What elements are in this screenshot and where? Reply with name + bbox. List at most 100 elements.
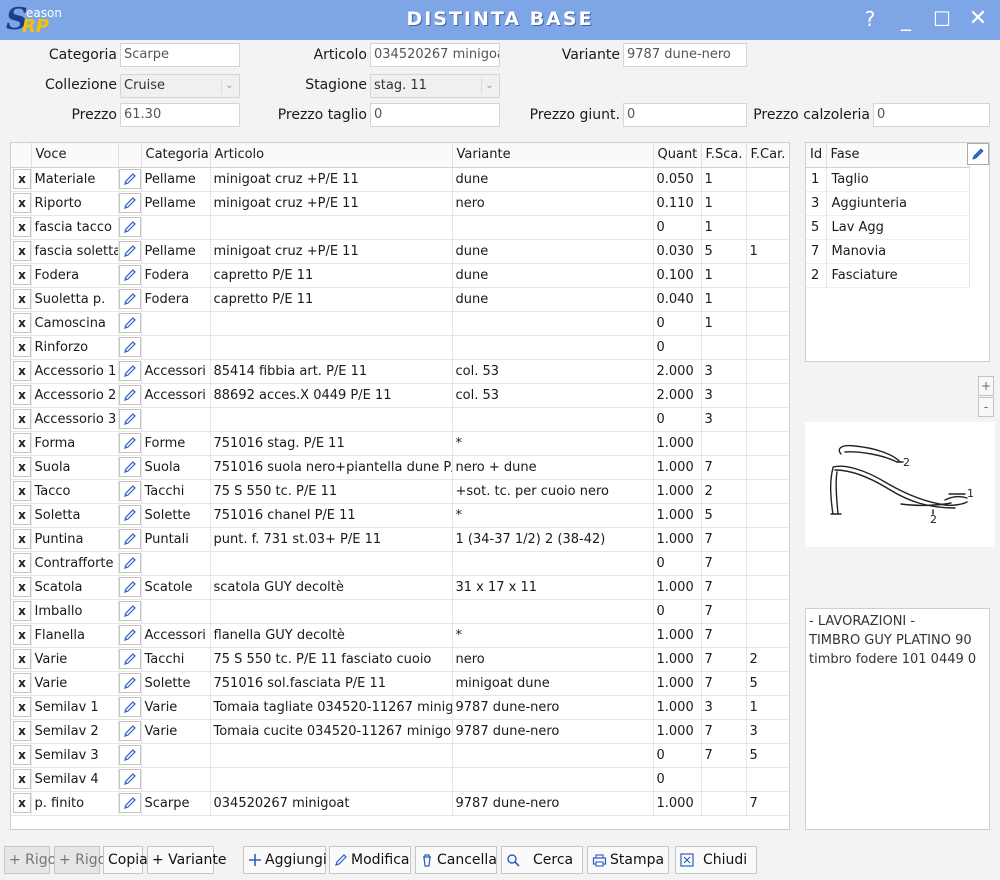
articolo-cell[interactable] <box>210 335 453 360</box>
articolo-cell[interactable] <box>210 599 453 624</box>
col-voce-header[interactable]: Voce <box>31 143 119 168</box>
fsca-cell[interactable]: 1 <box>701 287 747 312</box>
col-categoria-header[interactable]: Categoria <box>141 143 211 168</box>
add-variant-button[interactable]: + Variante <box>147 846 226 874</box>
fsca-cell[interactable] <box>701 335 747 360</box>
articolo-cell[interactable]: capretto P/E 11 <box>210 263 453 288</box>
fase-id-header[interactable]: Id <box>806 143 827 168</box>
voce-cell[interactable]: Fodera <box>31 263 119 288</box>
fsca-cell[interactable]: 7 <box>701 599 747 624</box>
fsca-cell[interactable]: 7 <box>701 647 747 672</box>
variante-cell[interactable]: * <box>452 431 654 456</box>
delete-row-button[interactable]: x <box>13 745 30 765</box>
table-row[interactable]: x Semilav 4 0 <box>11 767 789 792</box>
fase-row[interactable]: 5 Lav Agg <box>806 215 970 240</box>
table-row[interactable]: x Soletta Solette 751016 chanel P/E 11 * 1.00… <box>11 503 789 528</box>
edit-row-button[interactable] <box>118 433 140 453</box>
categoria-cell[interactable]: Pellame <box>141 167 211 192</box>
col-fcar-header[interactable]: F.Car. <box>746 143 789 168</box>
categoria-cell[interactable] <box>141 767 211 792</box>
voce-cell[interactable]: Contrafforte <box>31 551 119 576</box>
table-row[interactable]: x Varie Solette 751016 sol.fasciata P/E 11 m… <box>11 671 789 696</box>
categoria-cell[interactable]: Tacchi <box>141 647 211 672</box>
fcar-cell[interactable] <box>746 167 789 192</box>
fase-name-header[interactable]: Fase <box>826 143 970 168</box>
edit-row-button[interactable] <box>118 169 140 189</box>
fsca-cell[interactable]: 3 <box>701 359 747 384</box>
fase-id-cell[interactable]: 5 <box>806 215 827 240</box>
voce-cell[interactable]: Semilav 3 <box>31 743 119 768</box>
voce-cell[interactable]: Suoletta p. <box>31 287 119 312</box>
variante-cell[interactable]: 9787 dune-nero <box>452 719 654 744</box>
table-row[interactable]: x Contrafforte 0 7 <box>11 551 789 576</box>
help-button[interactable]: ? <box>855 4 885 34</box>
table-row[interactable]: x Puntina Puntali punt. f. 731 st.03+ P/E 1… <box>11 527 789 552</box>
table-row[interactable]: x Accessorio 1 Accessori 85414 fibbia art. … <box>11 359 789 384</box>
edit-row-button[interactable] <box>118 193 140 213</box>
quant-cell[interactable]: 1.000 <box>653 719 702 744</box>
categoria-cell[interactable]: Solette <box>141 503 211 528</box>
articolo-cell[interactable]: minigoat cruz +P/E 11 <box>210 167 453 192</box>
chevron-down-icon[interactable]: ⌄ <box>221 78 237 94</box>
voce-cell[interactable]: Camoscina <box>31 311 119 336</box>
aggiungi-button[interactable]: Aggiungi <box>243 846 327 874</box>
variante-cell[interactable]: nero <box>452 191 654 216</box>
voce-cell[interactable]: Tacco <box>31 479 119 504</box>
categoria-field[interactable]: Scarpe <box>120 43 240 67</box>
maximize-button[interactable]: ☐ <box>927 4 957 34</box>
quant-cell[interactable]: 0.100 <box>653 263 702 288</box>
fsca-cell[interactable]: 1 <box>701 263 747 288</box>
fsca-cell[interactable]: 7 <box>701 551 747 576</box>
copy-button[interactable]: Copia <box>103 846 148 874</box>
articolo-cell[interactable]: 85414 fibbia art. P/E 11 <box>210 359 453 384</box>
articolo-cell[interactable]: 751016 chanel P/E 11 <box>210 503 453 528</box>
voce-cell[interactable]: Semilav 1 <box>31 695 119 720</box>
categoria-cell[interactable] <box>141 743 211 768</box>
fase-name-cell[interactable]: Aggiunteria <box>826 191 970 216</box>
quant-cell[interactable]: 0.110 <box>653 191 702 216</box>
table-row[interactable]: x Camoscina 0 1 <box>11 311 789 336</box>
fase-row[interactable]: 7 Manovia <box>806 239 970 264</box>
table-row[interactable]: x Varie Tacchi 75 S 550 tc. P/E 11 fasciato… <box>11 647 789 672</box>
edit-row-button[interactable] <box>118 505 140 525</box>
variante-cell[interactable]: dune <box>452 263 654 288</box>
fcar-cell[interactable] <box>746 383 789 408</box>
voce-cell[interactable]: Riporto <box>31 191 119 216</box>
articolo-cell[interactable]: capretto P/E 11 <box>210 287 453 312</box>
edit-row-button[interactable] <box>118 217 140 237</box>
cancella-button[interactable]: Cancella <box>415 846 497 874</box>
edit-row-button[interactable] <box>118 337 140 357</box>
fcar-cell[interactable] <box>746 455 789 480</box>
variante-cell[interactable] <box>452 335 654 360</box>
voce-cell[interactable]: p. finito <box>31 791 119 816</box>
fase-name-cell[interactable]: Taglio <box>826 167 970 192</box>
notes-panel[interactable]: - LAVORAZIONI - TIMBRO GUY PLATINO 90 ti… <box>805 608 990 830</box>
fcar-cell[interactable]: 3 <box>746 719 789 744</box>
variante-cell[interactable]: 9787 dune-nero <box>452 695 654 720</box>
edit-row-button[interactable] <box>118 409 140 429</box>
fsca-cell[interactable]: 3 <box>701 407 747 432</box>
fase-name-cell[interactable]: Lav Agg <box>826 215 970 240</box>
minimize-button[interactable]: _ <box>891 4 921 34</box>
fsca-cell[interactable]: 7 <box>701 455 747 480</box>
articolo-cell[interactable]: Tomaia cucite 034520-11267 minigoat <box>210 719 453 744</box>
delete-row-button[interactable]: x <box>13 313 30 333</box>
delete-row-button[interactable]: x <box>13 409 30 429</box>
fcar-cell[interactable] <box>746 527 789 552</box>
fsca-cell[interactable] <box>701 791 747 816</box>
fcar-cell[interactable] <box>746 287 789 312</box>
delete-row-button[interactable]: x <box>13 721 30 741</box>
stampa-button[interactable]: Stampa <box>587 846 669 874</box>
edit-row-button[interactable] <box>118 793 140 813</box>
fase-name-cell[interactable]: Fasciature <box>826 263 970 288</box>
fase-id-cell[interactable]: 1 <box>806 167 827 192</box>
collezione-select[interactable]: Cruise ⌄ <box>120 74 240 98</box>
categoria-cell[interactable] <box>141 599 211 624</box>
fcar-cell[interactable] <box>746 311 789 336</box>
quant-cell[interactable]: 0 <box>653 599 702 624</box>
edit-row-button[interactable] <box>118 697 140 717</box>
quant-cell[interactable]: 1.000 <box>653 671 702 696</box>
articolo-cell[interactable]: minigoat cruz +P/E 11 <box>210 239 453 264</box>
delete-row-button[interactable]: x <box>13 601 30 621</box>
variante-cell[interactable]: nero + dune <box>452 455 654 480</box>
